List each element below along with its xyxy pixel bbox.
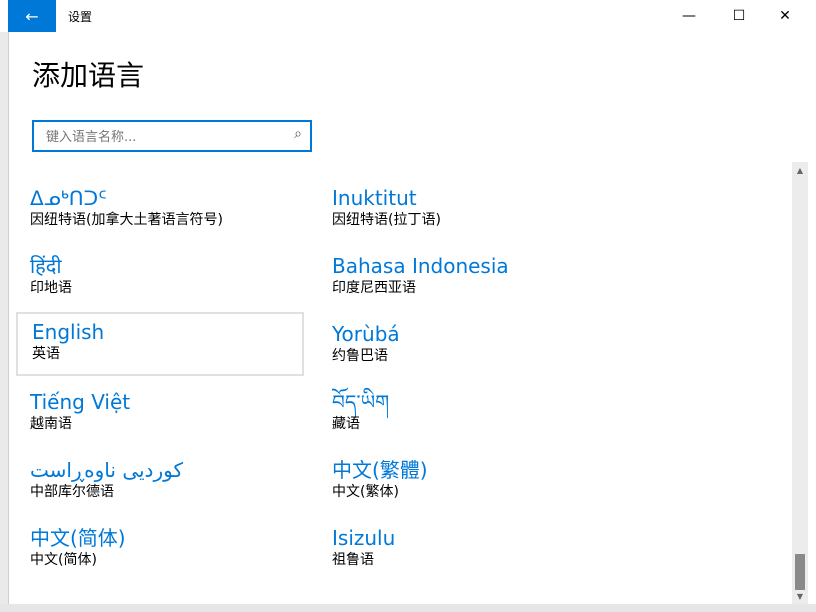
language-name: Isizulu — [332, 526, 396, 550]
language-name: Tiếng Việt — [30, 390, 131, 414]
language-name: हिंदी — [30, 254, 62, 278]
language-item[interactable]: Yorùbá 约鲁巴语 — [318, 316, 606, 380]
language-subtitle: 因纽特语(拉丁语) — [332, 212, 441, 228]
language-name: ᐃᓄᒃᑎᑐᑦ — [30, 186, 107, 210]
scrollbar-thumb[interactable] — [795, 554, 805, 590]
scroll-up-arrow-icon[interactable]: ▲ — [792, 162, 808, 178]
minimize-button[interactable]: — — [666, 0, 712, 32]
window-title: 设置 — [68, 10, 93, 24]
window-frame-left — [0, 0, 9, 612]
language-subtitle: 中文(简体) — [30, 552, 97, 568]
close-icon: ✕ — [779, 8, 791, 24]
language-item[interactable]: हिंदी 印地语 — [16, 248, 304, 312]
language-subtitle: 藏语 — [332, 416, 360, 432]
title-bar: ← 设置 — ☐ ✕ — [0, 0, 816, 32]
language-item[interactable]: کوردیی ناوەڕاست 中部库尔德语 — [16, 452, 304, 516]
language-item[interactable]: Inuktitut 因纽特语(拉丁语) — [318, 180, 606, 244]
language-name: English — [32, 320, 105, 344]
language-subtitle: 祖鲁语 — [332, 552, 374, 568]
language-item[interactable]: བོད་ཡིག 藏语 — [318, 384, 606, 448]
language-item-selected[interactable]: English 英语 — [16, 312, 304, 376]
search-icon[interactable]: ⌕ — [294, 126, 302, 142]
language-subtitle: 印度尼西亚语 — [332, 280, 416, 296]
search-input[interactable] — [44, 127, 288, 147]
search-box[interactable]: ⌕ — [32, 120, 312, 152]
language-subtitle: 英语 — [32, 346, 60, 362]
language-subtitle: 中文(繁体) — [332, 484, 399, 500]
language-item[interactable]: 中文(简体) 中文(简体) — [16, 520, 304, 584]
close-button[interactable]: ✕ — [762, 0, 808, 32]
language-item[interactable]: ᐃᓄᒃᑎᑐᑦ 因纽特语(加拿大土著语言符号) — [16, 180, 304, 244]
language-subtitle: 越南语 — [30, 416, 72, 432]
scroll-down-arrow-icon[interactable]: ▼ — [792, 588, 808, 604]
language-name: Bahasa Indonesia — [332, 254, 509, 278]
language-item[interactable]: Isizulu 祖鲁语 — [318, 520, 606, 584]
page-title: 添加语言 — [32, 59, 145, 92]
language-subtitle: 因纽特语(加拿大土著语言符号) — [30, 212, 223, 228]
language-subtitle: 中部库尔德语 — [30, 484, 114, 500]
window-frame-bottom — [0, 604, 816, 612]
language-name: Inuktitut — [332, 186, 417, 210]
language-item[interactable]: 中文(繁體) 中文(繁体) — [318, 452, 606, 516]
language-subtitle: 约鲁巴语 — [332, 348, 388, 364]
language-item[interactable]: Tiếng Việt 越南语 — [16, 384, 304, 448]
language-name: 中文(繁體) — [332, 458, 428, 482]
language-name: کوردیی ناوەڕاست — [30, 458, 183, 482]
language-subtitle: 印地语 — [30, 280, 72, 296]
language-name: Yorùbá — [332, 322, 400, 346]
language-list: ᐃᓄᒃᑎᑐᑦ 因纽特语(加拿大土著语言符号) Inuktitut 因纽特语(拉丁… — [16, 180, 786, 595]
language-item[interactable]: Bahasa Indonesia 印度尼西亚语 — [318, 248, 606, 312]
language-name: བོད་ཡིག — [332, 390, 390, 414]
back-arrow-icon: ← — [25, 6, 39, 26]
back-button[interactable]: ← — [8, 0, 56, 32]
vertical-scrollbar[interactable]: ▲ ▼ — [792, 162, 808, 604]
maximize-button[interactable]: ☐ — [716, 0, 762, 32]
minimize-icon: — — [682, 8, 696, 24]
maximize-icon: ☐ — [732, 8, 746, 24]
language-name: 中文(简体) — [30, 526, 126, 550]
